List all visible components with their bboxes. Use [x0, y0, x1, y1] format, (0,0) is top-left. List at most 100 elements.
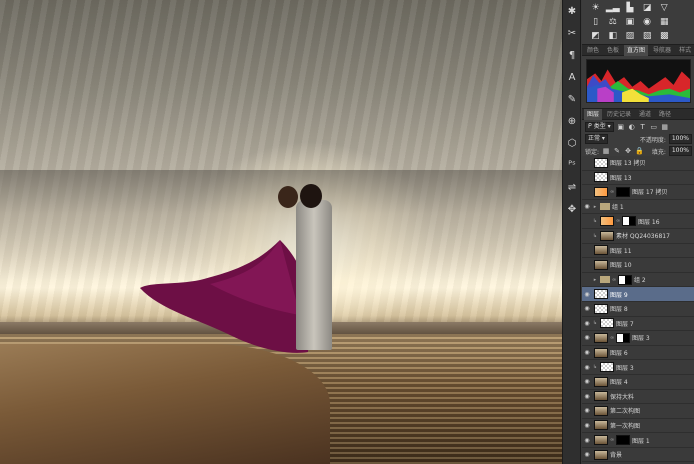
layer-row[interactable]: ◉ ∞ 图层 1: [582, 433, 694, 448]
layers-tab-1[interactable]: 历史记录: [604, 109, 634, 120]
histogram-tab-1[interactable]: 色板: [604, 45, 622, 56]
layer-row[interactable]: ◉ 第二次构图: [582, 404, 694, 419]
histogram-tab-3[interactable]: 导航器: [650, 45, 674, 56]
adjustment-0-icon[interactable]: ☀: [588, 2, 603, 15]
histogram-tab-2[interactable]: 直方图: [624, 44, 649, 56]
layer-row[interactable]: ◉ ↳ 图层 7: [582, 317, 694, 332]
visibility-eye-icon[interactable]: ◉: [582, 437, 592, 444]
lock-all-icon[interactable]: 🔒: [635, 147, 644, 155]
lock-move-icon[interactable]: ✥: [624, 147, 632, 155]
cube-icon[interactable]: ⬡: [563, 132, 581, 154]
layer-row[interactable]: ◉ ∞ 图层 3: [582, 331, 694, 346]
layer-row[interactable]: ◉ 背景: [582, 448, 694, 463]
filter-type-icon[interactable]: T: [639, 123, 647, 131]
layer-row[interactable]: 图层 13 拷贝: [582, 156, 694, 171]
brush-icon[interactable]: ✎: [563, 88, 581, 110]
group-toggle-icon[interactable]: ▸: [592, 204, 598, 210]
adjustment-10-icon[interactable]: ▦: [657, 16, 672, 29]
filter-smart-icon[interactable]: ▦: [661, 123, 669, 131]
opacity-field[interactable]: 100%: [668, 134, 692, 144]
adjustment-3-icon[interactable]: ◪: [640, 2, 655, 15]
link-icon[interactable]: ∞: [610, 437, 614, 443]
layer-row[interactable]: 图层 11: [582, 244, 694, 259]
filter-adjust-icon[interactable]: ◐: [628, 123, 636, 131]
layer-row[interactable]: ∞ 图层 17 拷贝: [582, 185, 694, 200]
adjustment-6-icon[interactable]: ▯: [588, 16, 603, 29]
layer-mask-thumbnail[interactable]: [616, 435, 630, 446]
layer-row[interactable]: ▸ ∞ 组 2: [582, 273, 694, 288]
adjustment-2-icon[interactable]: ▙: [622, 2, 637, 15]
adjustment-13-icon[interactable]: ◧: [605, 30, 620, 43]
visibility-eye-icon[interactable]: ◉: [582, 320, 592, 327]
filter-pixel-icon[interactable]: ▣: [617, 123, 625, 131]
adjustment-5-icon[interactable]: [674, 2, 689, 15]
layer-row[interactable]: 图层 13: [582, 171, 694, 186]
histogram-tab-0[interactable]: 颜色: [584, 45, 602, 56]
layers-tab-2[interactable]: 通道: [636, 109, 654, 120]
ps-icon[interactable]: ᴾˢ: [563, 154, 581, 176]
layer-mask-thumbnail[interactable]: [622, 216, 636, 227]
link-icon[interactable]: ∞: [616, 218, 620, 224]
link-icon[interactable]: ∞: [610, 189, 614, 195]
layer-name: 图层 13 拷贝: [610, 160, 646, 168]
link-icon[interactable]: ∞: [610, 335, 614, 341]
lock-brush-icon[interactable]: ✎: [613, 147, 621, 155]
blend-mode-select[interactable]: 正常 ▾: [585, 134, 608, 144]
adjustment-11-icon[interactable]: [674, 16, 689, 29]
layer-row[interactable]: ◉ 图层 8: [582, 302, 694, 317]
visibility-eye-icon[interactable]: ◉: [582, 203, 592, 210]
layer-name: 背景: [610, 452, 623, 460]
adjustment-16-icon[interactable]: ▩: [657, 30, 672, 43]
visibility-eye-icon[interactable]: ◉: [582, 364, 592, 371]
visibility-eye-icon[interactable]: ◉: [582, 334, 592, 341]
layer-row[interactable]: ◉ 保持大料: [582, 390, 694, 405]
adjustment-9-icon[interactable]: ◉: [640, 16, 655, 29]
layer-row[interactable]: 图层 10: [582, 258, 694, 273]
visibility-eye-icon[interactable]: ◉: [582, 451, 592, 458]
visibility-eye-icon[interactable]: ◉: [582, 349, 592, 356]
layer-row[interactable]: ↳ 素材 QQ24036817: [582, 229, 694, 244]
filter-shape-icon[interactable]: ▭: [650, 123, 658, 131]
layer-kind-select[interactable]: ᑭ 类型 ▾: [585, 121, 614, 132]
layer-mask-thumbnail[interactable]: [618, 274, 632, 285]
layer-row[interactable]: ↳ ∞ 图层 16: [582, 214, 694, 229]
adjustment-15-icon[interactable]: ▧: [640, 30, 655, 43]
stamp-icon[interactable]: ⊕: [563, 110, 581, 132]
histogram-tab-4[interactable]: 样式: [676, 45, 694, 56]
visibility-eye-icon[interactable]: ◉: [582, 305, 592, 312]
adjustment-4-icon[interactable]: ▽: [657, 2, 672, 15]
photo-canvas[interactable]: [0, 0, 562, 464]
layers-tab-0[interactable]: 图层: [584, 108, 603, 120]
sun-icon[interactable]: ✱: [563, 0, 581, 22]
visibility-eye-icon[interactable]: ◉: [582, 393, 592, 400]
layer-row[interactable]: ◉ ▸ 组 1: [582, 200, 694, 215]
link-icon[interactable]: ∞: [612, 277, 616, 283]
layers-tab-3[interactable]: 路径: [656, 109, 674, 120]
layer-row[interactable]: ◉ 图层 9: [582, 287, 694, 302]
paragraph-icon[interactable]: ¶: [563, 44, 581, 66]
visibility-eye-icon[interactable]: ◉: [582, 422, 592, 429]
lock-transparent-icon[interactable]: ▦: [602, 147, 610, 155]
adjustment-1-icon[interactable]: ▂▃: [605, 2, 620, 15]
fill-field[interactable]: 100%: [668, 146, 692, 156]
visibility-eye-icon[interactable]: ◉: [582, 378, 592, 385]
layer-row[interactable]: ◉ 第一次构图: [582, 419, 694, 434]
layer-mask-thumbnail[interactable]: [616, 186, 630, 197]
layer-thumbnail: [594, 289, 608, 300]
visibility-eye-icon[interactable]: ◉: [582, 407, 592, 414]
adjustment-12-icon[interactable]: ◩: [588, 30, 603, 43]
visibility-eye-icon[interactable]: ◉: [582, 291, 592, 298]
slider-icon[interactable]: ⇌: [563, 176, 581, 198]
adjustment-7-icon[interactable]: ⚖: [605, 16, 620, 29]
adjustment-14-icon[interactable]: ▨: [622, 30, 637, 43]
layer-row[interactable]: ◉ ↳ 图层 3: [582, 360, 694, 375]
group-toggle-icon[interactable]: ▸: [592, 277, 598, 283]
adjustment-8-icon[interactable]: ▣: [622, 16, 637, 29]
layer-row[interactable]: ◉ 图层 6: [582, 346, 694, 361]
text-A-icon[interactable]: A: [563, 66, 581, 88]
layer-row[interactable]: ◉ 图层 4: [582, 375, 694, 390]
adjustment-17-icon[interactable]: [674, 30, 689, 43]
scissors-icon[interactable]: ✂: [563, 22, 581, 44]
move-icon[interactable]: ✥: [563, 198, 581, 220]
layer-mask-thumbnail[interactable]: [616, 332, 630, 343]
